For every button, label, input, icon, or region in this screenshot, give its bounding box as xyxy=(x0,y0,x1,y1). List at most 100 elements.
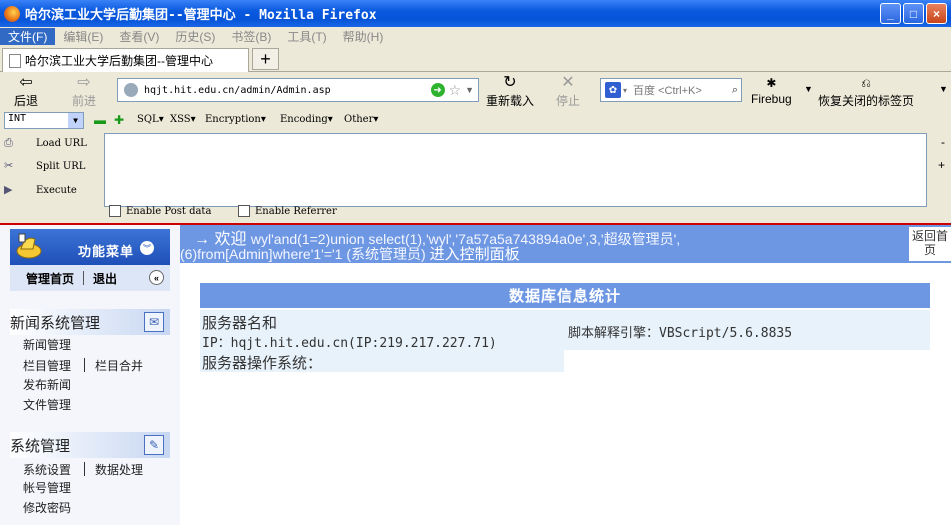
play-icon: ▶ xyxy=(4,183,13,196)
encryption-menu[interactable]: Encryption▾ xyxy=(205,114,266,125)
type-select[interactable]: INT ▼ xyxy=(4,112,84,129)
tab-bar: 哈尔滨工业大学后勤集团--管理中心 xyxy=(0,45,951,72)
split-url-button[interactable]: ✂ Split URL xyxy=(4,159,85,173)
search-engine-dropdown-icon[interactable]: ▾ xyxy=(623,86,627,95)
encoding-menu[interactable]: Encoding▾ xyxy=(280,114,333,125)
menu-history[interactable]: 历史(S) xyxy=(167,28,223,45)
back-button[interactable]: ⇦ 后退 xyxy=(14,74,38,109)
system-section-title: 系统管理 xyxy=(10,437,71,455)
baidu-paw-icon: ✿ xyxy=(605,82,621,98)
close-button[interactable]: × xyxy=(926,3,947,24)
stop-button[interactable]: ✕ 停止 xyxy=(556,74,580,109)
sidebar-item-merge-columns[interactable]: 栏目合并 xyxy=(95,357,143,374)
menu-bar: 文件(F) 编辑(E) 查看(V) 历史(S) 书签(B) 工具(T) 帮助(H… xyxy=(0,27,951,45)
increase-icon[interactable]: ✚ xyxy=(114,113,124,127)
menu-file[interactable]: 文件(F) xyxy=(0,27,56,45)
sidebar-item-columns[interactable]: 栏目管理 xyxy=(23,357,71,374)
search-placeholder: 百度 <Ctrl+K> xyxy=(633,85,702,97)
server-os-label: 服务器操作系统： xyxy=(202,355,323,372)
execute-button[interactable]: ▶ Execute xyxy=(4,183,77,197)
back-label: 后退 xyxy=(14,94,39,108)
divider xyxy=(84,462,85,476)
minimize-button[interactable]: _ xyxy=(880,3,901,24)
sidebar-item-files[interactable]: 文件管理 xyxy=(23,396,71,413)
restore-tabs-button[interactable]: ⎌ 恢复关闭的标签页 xyxy=(818,74,914,109)
enable-post-checkbox[interactable]: Enable Post data xyxy=(109,205,211,217)
news-section-icon: ✉ xyxy=(144,312,164,332)
grow-textarea-button[interactable]: + xyxy=(938,158,945,172)
menu-tools[interactable]: 工具(T) xyxy=(279,28,334,45)
news-section-header[interactable]: 新闻系统管理 ✉ xyxy=(10,309,170,335)
shrink-textarea-button[interactable]: - xyxy=(941,135,945,149)
menu-bookmarks[interactable]: 书签(B) xyxy=(223,28,279,45)
page-content: 功能菜单 ︾ 管理首页 退出 « 新闻系统管理 ✉ 新闻管理 栏目管理 栏目合并… xyxy=(0,223,951,525)
hackbar-url-textarea[interactable] xyxy=(104,133,927,207)
admin-hat-icon xyxy=(16,233,42,259)
admin-sidebar: 功能菜单 ︾ 管理首页 退出 « 新闻系统管理 ✉ 新闻管理 栏目管理 栏目合并… xyxy=(0,225,180,525)
reload-button[interactable]: ↻ 重新载入 xyxy=(486,74,534,109)
xss-menu[interactable]: XSS▾ xyxy=(170,114,196,125)
server-ip-value: IP：hqjt.hit.edu.cn(IP:219.217.227.71) xyxy=(202,336,497,351)
sql-menu[interactable]: SQL▾ xyxy=(137,114,164,125)
forward-label: 前进 xyxy=(72,94,97,108)
other-menu[interactable]: Other▾ xyxy=(344,114,378,125)
reload-icon: ↻ xyxy=(503,74,517,91)
sidebar-item-news[interactable]: 新闻管理 xyxy=(23,336,71,353)
tab-admin[interactable]: 哈尔滨工业大学后勤集团--管理中心 xyxy=(2,48,249,72)
search-magnifier-icon[interactable]: ⌕ xyxy=(732,84,738,97)
checkbox-box[interactable] xyxy=(109,205,121,217)
forward-button[interactable]: ⇨ 前进 xyxy=(72,74,96,109)
restore-dropdown-icon[interactable]: ▼ xyxy=(939,84,948,94)
sidebar-item-system-settings[interactable]: 系统设置 xyxy=(23,461,71,478)
quick-links: 管理首页 退出 « xyxy=(10,265,170,291)
restore-tab-icon: ⎌ xyxy=(861,76,871,90)
collapse-menu-icon[interactable]: ︾ xyxy=(140,241,154,255)
forward-arrow-icon: ⇨ xyxy=(77,74,91,91)
menu-view[interactable]: 查看(V) xyxy=(111,28,167,45)
stop-label: 停止 xyxy=(556,94,581,108)
sidebar-item-publish-news[interactable]: 发布新闻 xyxy=(23,376,71,393)
site-icon xyxy=(124,83,138,97)
scissors-icon: ✂ xyxy=(4,159,14,172)
load-url-icon: ⎙ xyxy=(4,136,13,149)
collapse-sidebar-icon[interactable]: « xyxy=(149,270,164,285)
bookmark-star-icon[interactable]: ☆ xyxy=(449,82,462,99)
firebug-icon: ✱ xyxy=(766,76,777,90)
admin-home-link[interactable]: 管理首页 xyxy=(26,270,74,287)
maximize-button[interactable]: □ xyxy=(903,3,924,24)
sidebar-item-change-password[interactable]: 修改密码 xyxy=(23,499,71,516)
divider xyxy=(83,271,85,285)
system-section-header[interactable]: 系统管理 ✎ xyxy=(10,432,170,458)
function-menu-title: 功能菜单 xyxy=(78,244,135,259)
script-engine-value: 脚本解释引擎：VBScript/5.6.8835 xyxy=(568,326,793,341)
sidebar-item-data-processing[interactable]: 数据处理 xyxy=(95,461,143,478)
hackbar-panel: INT ▼ ▬ ✚ SQL▾ XSS▾ Encryption▾ Encoding… xyxy=(0,108,951,223)
function-menu-header: 功能菜单 ︾ xyxy=(10,229,170,265)
menu-help[interactable]: 帮助(H) xyxy=(335,28,392,45)
load-url-button[interactable]: ⎙ Load URL xyxy=(4,136,87,150)
welcome-banner: → 欢迎 wyl'and(1=2)union select(1),'wyl','… xyxy=(180,225,951,263)
stop-icon: ✕ xyxy=(561,74,575,91)
url-dropdown-icon[interactable]: ▼ xyxy=(465,85,474,95)
address-bar[interactable]: hqjt.hit.edu.cn/admin/Admin.asp ➜ ☆ ▼ xyxy=(117,78,479,102)
new-tab-button[interactable]: + xyxy=(252,48,279,70)
url-text[interactable]: hqjt.hit.edu.cn/admin/Admin.asp xyxy=(144,85,431,96)
decrease-icon[interactable]: ▬ xyxy=(94,113,106,127)
back-arrow-icon: ⇦ xyxy=(19,74,33,91)
search-input[interactable]: ✿ ▾ 百度 <Ctrl+K> ⌕ xyxy=(600,78,742,102)
sidebar-item-accounts[interactable]: 帐号管理 xyxy=(23,479,71,496)
system-section-icon: ✎ xyxy=(144,435,164,455)
go-icon[interactable]: ➜ xyxy=(430,83,445,97)
db-stats-row: 服务器名和 IP：hqjt.hit.edu.cn(IP:219.217.227.… xyxy=(200,310,930,351)
load-url-label: Load URL xyxy=(36,137,87,149)
menu-edit[interactable]: 编辑(E) xyxy=(55,28,111,45)
checkbox-box[interactable] xyxy=(238,205,250,217)
news-section-title: 新闻系统管理 xyxy=(10,314,101,332)
logout-link[interactable]: 退出 xyxy=(93,270,117,287)
tab-title: 哈尔滨工业大学后勤集团--管理中心 xyxy=(25,54,213,68)
back-home-link[interactable]: 返回首页 xyxy=(909,227,951,261)
firebug-dropdown-icon[interactable]: ▼ xyxy=(804,84,813,94)
enable-referrer-checkbox[interactable]: Enable Referrer xyxy=(238,205,337,217)
firebug-button[interactable]: ✱ Firebug xyxy=(751,74,792,106)
execute-label: Execute xyxy=(36,184,77,196)
